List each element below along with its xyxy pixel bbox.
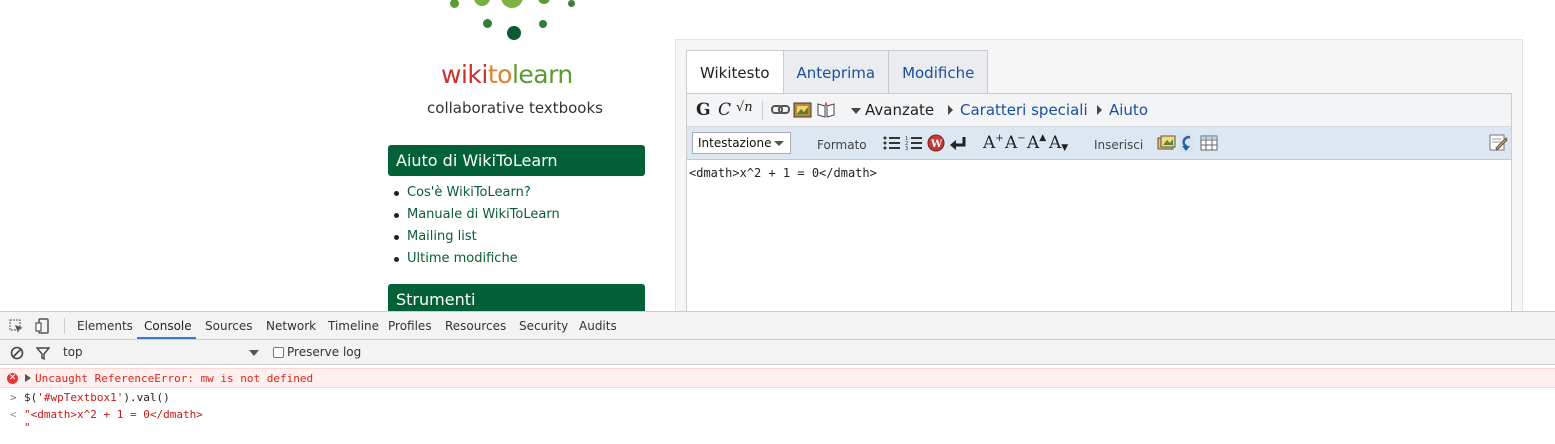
- input-prefix: $(: [24, 391, 38, 404]
- logo-tagline: collaborative textbooks: [427, 99, 603, 117]
- gallery-icon[interactable]: [1157, 135, 1176, 151]
- expand-arrow-icon[interactable]: [25, 374, 31, 382]
- portlet-tools-heading: Strumenti: [388, 284, 645, 311]
- table-icon[interactable]: [1200, 135, 1218, 151]
- redirect-icon[interactable]: [1179, 134, 1195, 152]
- preserve-log-checkbox[interactable]: [273, 347, 284, 358]
- devtools-tabbar: Elements Console Sources Network Timelin…: [0, 312, 1555, 340]
- help-link-recent-changes[interactable]: Ultime modifiche: [392, 248, 560, 270]
- tab-profiles[interactable]: Profiles: [388, 319, 432, 333]
- result-prompt-icon: <: [10, 408, 17, 421]
- tab-timeline[interactable]: Timeline: [328, 319, 379, 333]
- console-input-echo: > $('#wpTextbox1').val(): [0, 389, 1555, 407]
- input-string: '#wpTextbox1': [37, 391, 124, 404]
- insert-group-label: Inserisci: [1094, 138, 1144, 152]
- special-chars-arrow-icon: [948, 105, 953, 115]
- wiki-page: wikitolearn collaborative textbooks Aiut…: [0, 0, 1555, 311]
- wikitext-textarea[interactable]: <dmath>x^2 + 1 = 0</dmath>: [689, 166, 877, 180]
- console-filterbar: top Preserve log: [0, 340, 1555, 365]
- help-links-list: Cos'è WikiToLearn? Manuale di WikiToLear…: [392, 182, 560, 270]
- help-arrow-icon: [1097, 105, 1102, 115]
- svg-text:W: W: [930, 139, 943, 150]
- logo-part-wiki: wiki: [441, 60, 488, 89]
- tab-elements[interactable]: Elements: [77, 319, 133, 333]
- editor-format-toolbar: Intestazione Formato 123 W A+ A− A▲ A▼ I…: [687, 127, 1511, 160]
- context-dropdown-icon[interactable]: [249, 350, 259, 356]
- inspect-element-icon[interactable]: [9, 319, 24, 334]
- nowiki-icon[interactable]: W: [927, 134, 945, 152]
- help-link-about[interactable]: Cos'è WikiToLearn?: [392, 182, 560, 204]
- numbered-list-icon[interactable]: 123: [905, 135, 923, 151]
- logo-part-learn: learn: [511, 60, 573, 89]
- tab-console[interactable]: Console: [144, 319, 192, 333]
- tab-wikitext[interactable]: Wikitesto: [686, 50, 784, 95]
- bullet-list-icon[interactable]: [883, 135, 901, 151]
- editor-main-toolbar: G C √n Avanzate Caratteri speciali Aiuto: [687, 94, 1511, 127]
- input-text[interactable]: $('#wpTextbox1').val(): [24, 391, 170, 404]
- font-size-smaller-button[interactable]: A−: [1005, 133, 1026, 153]
- filter-icon[interactable]: [36, 346, 50, 360]
- reference-icon[interactable]: [816, 101, 836, 118]
- logo-graphic: [440, 0, 590, 46]
- wikitext-editor: G C √n Avanzate Caratteri speciali Aiuto…: [686, 93, 1512, 311]
- error-icon: ✕: [7, 373, 18, 384]
- logo-wordmark[interactable]: wikitolearn: [441, 60, 573, 90]
- portlet-help-heading: Aiuto di WikiToLearn: [388, 145, 645, 176]
- font-size-bigger-button[interactable]: A+: [983, 133, 1004, 153]
- console-error-message: ✕ Uncaught ReferenceError: mw is not def…: [0, 368, 1555, 388]
- toolbar-divider: [762, 101, 763, 120]
- tab-security[interactable]: Security: [519, 319, 568, 333]
- tab-network[interactable]: Network: [266, 319, 316, 333]
- superscript-button[interactable]: A▲: [1027, 133, 1046, 153]
- result-text[interactable]: "<dmath>x^2 + 1 = 0</dmath> ": [24, 408, 203, 434]
- newline-icon[interactable]: [949, 135, 967, 151]
- tab-changes[interactable]: Modifiche: [888, 50, 989, 94]
- special-chars-menu[interactable]: Caratteri speciali: [960, 101, 1088, 119]
- tab-audits[interactable]: Audits: [579, 319, 617, 333]
- context-select[interactable]: top: [63, 345, 83, 359]
- help-menu[interactable]: Aiuto: [1109, 101, 1148, 119]
- subscript-button[interactable]: A▼: [1049, 133, 1068, 153]
- input-prompt-icon: >: [10, 391, 17, 404]
- search-replace-icon[interactable]: [1488, 134, 1508, 152]
- clear-console-icon[interactable]: [10, 346, 24, 360]
- link-icon[interactable]: [771, 104, 791, 116]
- advanced-arrow-icon: [851, 108, 861, 114]
- svg-text:3: 3: [905, 146, 908, 151]
- tabbar-divider: [64, 318, 65, 334]
- bold-button[interactable]: G: [696, 100, 711, 120]
- input-suffix: ).val(): [123, 391, 170, 404]
- format-group-label: Formato: [817, 138, 867, 152]
- console-result: < "<dmath>x^2 + 1 = 0</dmath> ": [0, 407, 1555, 437]
- editor-tabs: Wikitesto Anteprima Modifiche: [686, 50, 989, 95]
- logo-part-to: to: [487, 60, 513, 89]
- device-mode-icon[interactable]: [35, 318, 50, 334]
- devtools-panel: Elements Console Sources Network Timelin…: [0, 311, 1555, 444]
- heading-select[interactable]: Intestazione: [692, 132, 791, 154]
- help-link-manual[interactable]: Manuale di WikiToLearn: [392, 204, 560, 226]
- help-link-mailing-list[interactable]: Mailing list: [392, 226, 560, 248]
- italic-button[interactable]: C: [718, 100, 731, 120]
- active-tab-indicator: [137, 337, 196, 339]
- tab-preview[interactable]: Anteprima: [782, 50, 890, 94]
- advanced-menu[interactable]: Avanzate: [865, 101, 934, 119]
- preserve-log-label: Preserve log: [287, 345, 362, 359]
- error-text[interactable]: Uncaught ReferenceError: mw is not defin…: [35, 372, 313, 385]
- tab-sources[interactable]: Sources: [205, 319, 252, 333]
- image-icon[interactable]: [793, 102, 812, 118]
- tab-resources[interactable]: Resources: [445, 319, 506, 333]
- math-button[interactable]: √n: [736, 100, 753, 115]
